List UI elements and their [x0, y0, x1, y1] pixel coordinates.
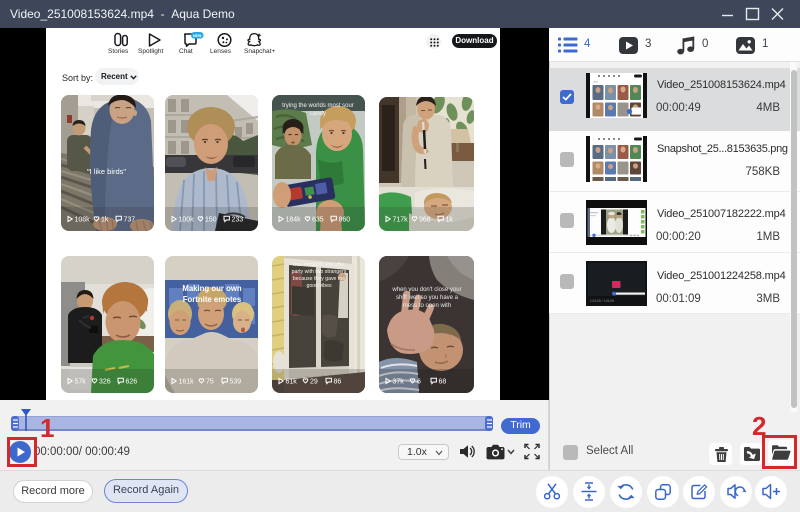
svg-text:Making our own: Making our own: [182, 284, 242, 293]
svg-text:Fortnite emotes: Fortnite emotes: [183, 295, 242, 304]
svg-text:737: 737: [124, 217, 136, 224]
svg-text:635: 635: [312, 217, 324, 224]
svg-text:was invited to the after: was invited to the after: [293, 262, 345, 268]
svg-text:860: 860: [339, 217, 351, 224]
svg-text:"I like birds": "I like birds": [87, 167, 126, 176]
svg-text:68: 68: [439, 379, 447, 386]
svg-text:NEW: NEW: [193, 34, 202, 38]
svg-text:37k: 37k: [393, 379, 405, 386]
svg-text:326: 326: [99, 379, 111, 386]
svg-text:when you don't close your: when you don't close your: [391, 287, 461, 293]
svg-text:because they gave me: because they gave me: [293, 276, 345, 282]
svg-text:good vibes: good vibes: [306, 283, 331, 289]
svg-text:233: 233: [232, 217, 244, 224]
svg-text:108k: 108k: [75, 217, 91, 224]
svg-text:mess to open with: mess to open with: [403, 303, 451, 309]
svg-text:candy: candy: [310, 111, 326, 117]
svg-text:party with two strangers: party with two strangers: [292, 269, 347, 275]
svg-text:6: 6: [417, 379, 421, 386]
svg-text:150: 150: [205, 217, 217, 224]
svg-text:86: 86: [334, 379, 342, 386]
svg-text:968: 968: [419, 217, 431, 224]
svg-text:626: 626: [126, 379, 138, 386]
svg-text:61k: 61k: [286, 379, 298, 386]
svg-text:539: 539: [230, 379, 242, 386]
svg-text:717k: 717k: [393, 217, 409, 224]
svg-text:100k: 100k: [179, 217, 195, 224]
svg-text:75: 75: [206, 379, 214, 386]
svg-text:1k: 1k: [446, 217, 454, 224]
svg-text:shift well so you have a: shift well so you have a: [396, 295, 459, 301]
svg-text:184k: 184k: [286, 217, 302, 224]
svg-text:161k: 161k: [179, 379, 195, 386]
svg-text:1k: 1k: [101, 217, 109, 224]
svg-text:57k: 57k: [75, 379, 87, 386]
svg-text:trying the worlds most sour: trying the worlds most sour: [282, 103, 354, 109]
svg-text:29: 29: [310, 379, 318, 386]
